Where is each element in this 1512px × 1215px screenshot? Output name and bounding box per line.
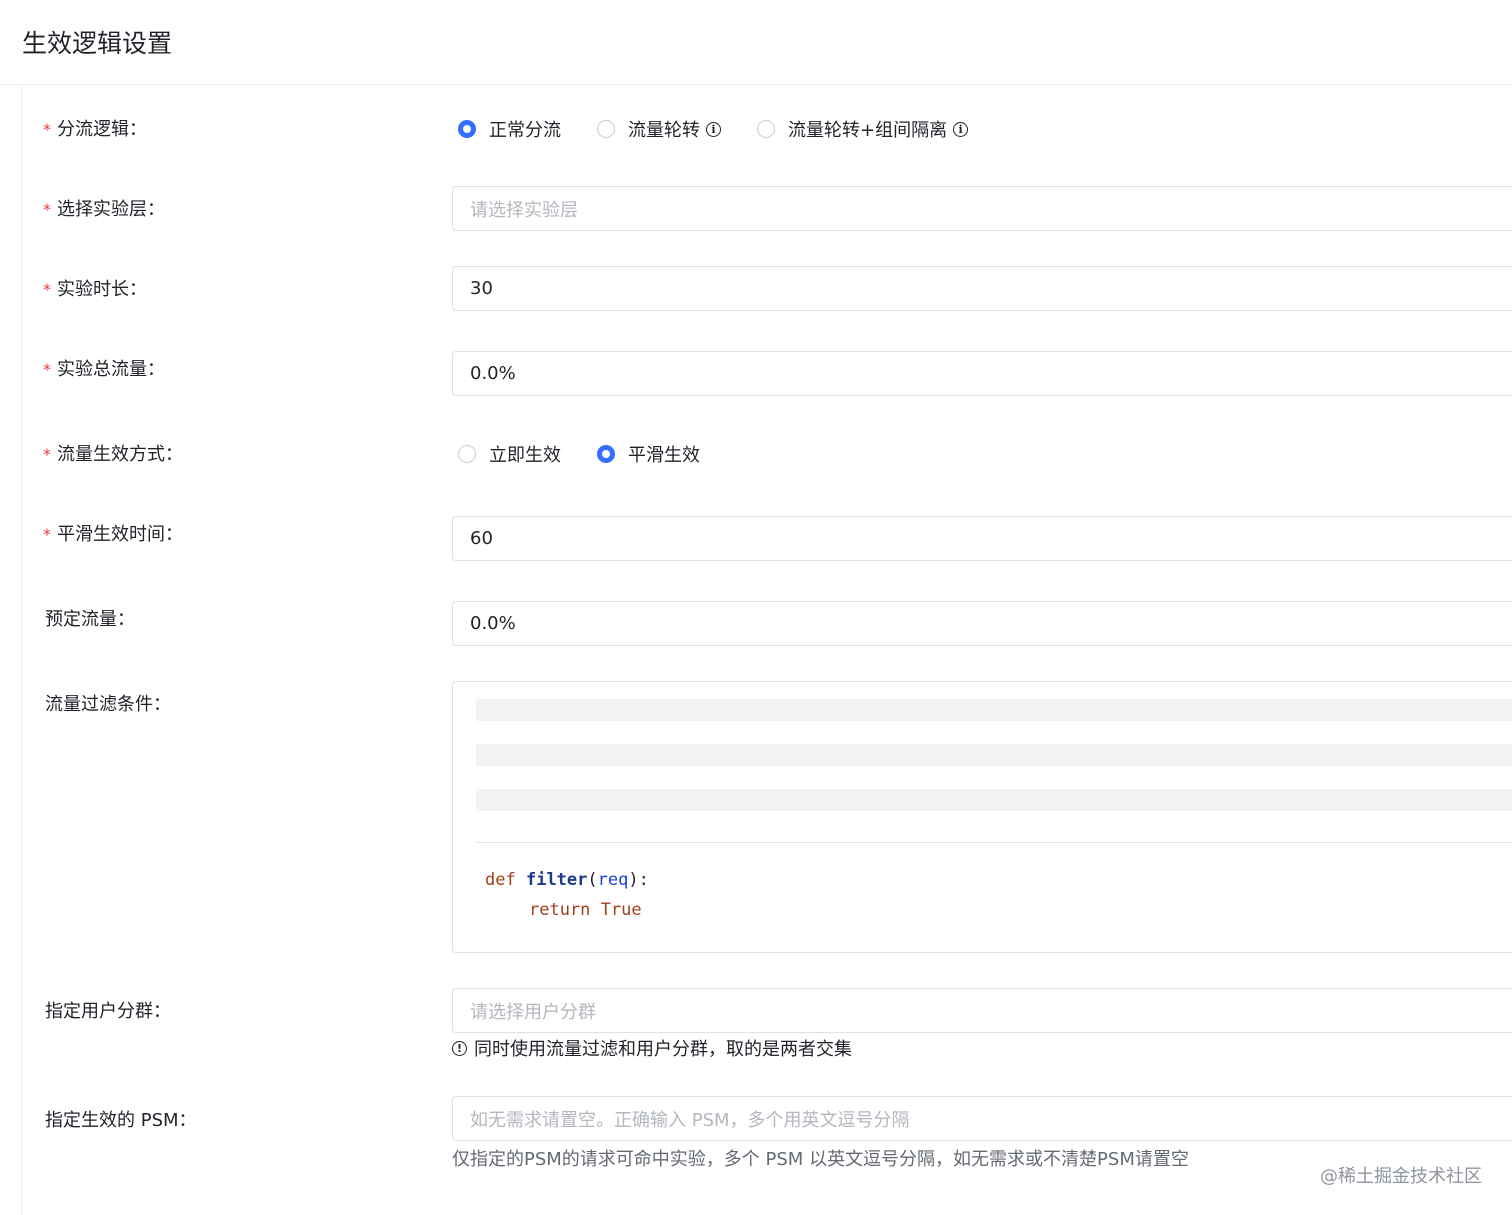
left-border [21,85,22,1215]
info-icon[interactable]: i [706,121,721,137]
psm-help-text: 仅指定的PSM的请求可命中实验，多个 PSM 以英文逗号分隔，如无需求或不清楚P… [452,1149,1189,1170]
traffic-logic-label: * 分流逻辑： [43,119,147,140]
total-traffic-value: 0.0% [470,363,516,384]
required-mark: * [43,280,51,299]
required-mark: * [43,445,51,464]
smooth-time-value: 60 [470,528,493,549]
required-mark: * [43,360,51,379]
experiment-layer-label: * 选择实验层： [43,199,165,220]
smooth-time-label: * 平滑生效时间： [43,524,183,545]
filter-label: 流量过滤条件： [45,694,171,715]
required-mark: * [43,525,51,544]
psm-input[interactable]: 如无需求请置空。正确输入 PSM，多个用英文逗号分隔 [452,1096,1512,1141]
header-divider [0,84,1512,85]
psm-placeholder: 如无需求请置空。正确输入 PSM，多个用英文逗号分隔 [470,1109,910,1131]
experiment-layer-placeholder: 请选择实验层 [470,199,578,221]
user-group-label: 指定用户分群： [45,1001,171,1022]
radio-dot[interactable] [458,445,476,463]
required-mark: * [43,120,51,139]
code-divider [476,842,1512,843]
radio-normal-split[interactable]: 正常分流 [458,116,561,142]
reserved-traffic-value: 0.0% [470,613,516,634]
radio-dot[interactable] [597,120,615,138]
user-group-placeholder: 请选择用户分群 [470,1001,596,1023]
total-traffic-label: * 实验总流量： [43,359,165,380]
psm-label: 指定生效的 PSM： [45,1110,197,1131]
info-icon[interactable]: i [953,121,969,137]
radio-smooth[interactable]: 平滑生效 [597,441,700,467]
smooth-time-input[interactable]: 60 [452,516,1512,561]
experiment-layer-select[interactable]: 请选择实验层 [452,186,1512,231]
radio-dot[interactable] [757,120,775,138]
reserved-traffic-input[interactable]: 0.0% [452,601,1512,646]
effect-mode-label: * 流量生效方式： [43,444,183,465]
radio-immediate[interactable]: 立即生效 [458,441,561,467]
traffic-logic-radio-group: 正常分流 流量轮转 i 流量轮转+组间隔离 i [458,116,1004,142]
skeleton-line [476,744,1512,766]
user-group-hint: ! 同时使用流量过滤和用户分群，取的是两者交集 [452,1035,852,1061]
skeleton-line [476,699,1512,721]
user-group-select[interactable]: 请选择用户分群 [452,988,1512,1033]
filter-code-editor[interactable]: def filter(req): return True [452,681,1512,953]
radio-dot[interactable] [458,120,476,138]
footer-watermark: @稀土掘金技术社区 [1320,1166,1482,1187]
radio-traffic-rotation[interactable]: 流量轮转 i [597,116,721,142]
page-title: 生效逻辑设置 [22,29,173,58]
total-traffic-input[interactable]: 0.0% [452,351,1512,396]
code-line-return: return True [529,900,642,920]
reserved-traffic-label: 预定流量： [45,609,135,630]
skeleton-line [476,789,1512,811]
duration-input[interactable]: 30 [452,266,1512,311]
duration-label: * 实验时长： [43,279,147,300]
code-line-def: def filter(req): [485,870,649,890]
duration-value: 30 [470,278,493,299]
effect-mode-radio-group: 立即生效 平滑生效 [458,441,736,467]
radio-dot[interactable] [597,445,615,463]
required-mark: * [43,200,51,219]
radio-rotation-group-isolation[interactable]: 流量轮转+组间隔离 i [757,116,969,142]
exclamation-icon: ! [452,1040,467,1056]
